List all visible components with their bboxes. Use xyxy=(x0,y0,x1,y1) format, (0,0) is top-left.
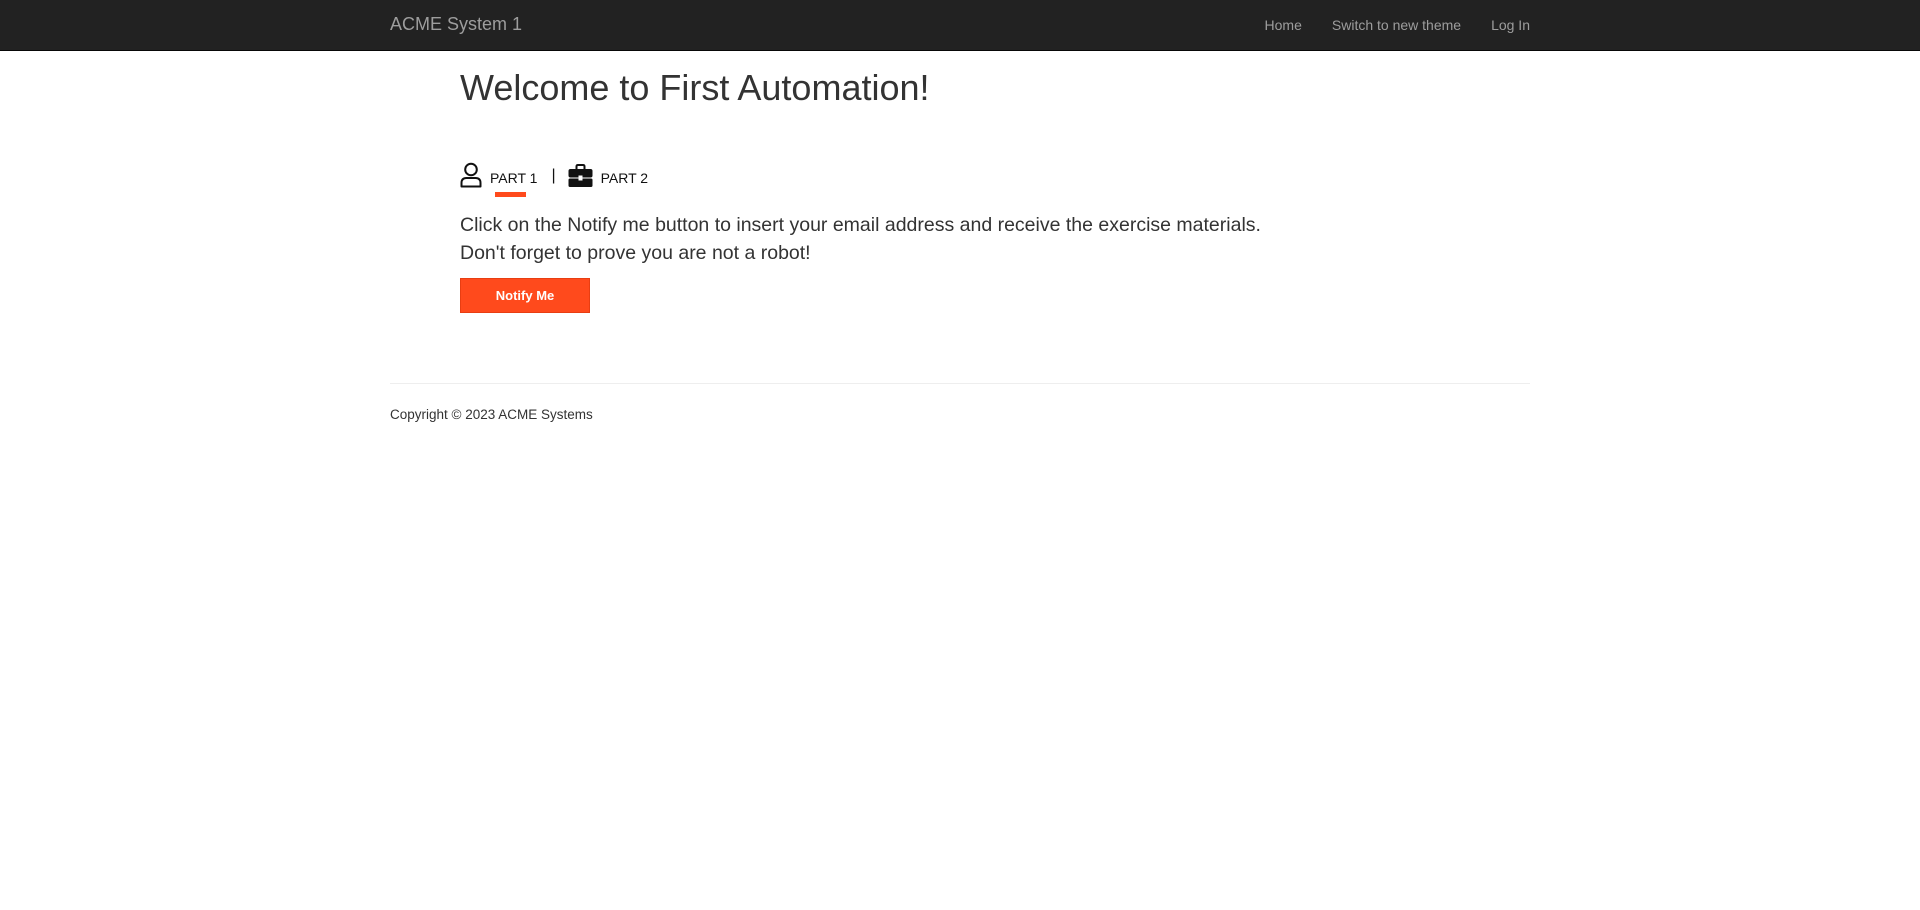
tab-part-2-label: PART 2 xyxy=(600,170,649,186)
tab-part-1-label: PART 1 xyxy=(490,170,538,186)
nav-link-home[interactable]: Home xyxy=(1265,17,1302,33)
part-tabs: PART 1 | PART 2 xyxy=(460,152,648,197)
instruction-line-1: Click on the Notify me button to insert … xyxy=(460,214,1261,236)
tab-part-2[interactable]: PART 2 xyxy=(568,164,648,188)
brand-link[interactable]: ACME System 1 xyxy=(390,14,522,34)
nav-links: Home Switch to new theme Log In xyxy=(1265,17,1530,33)
instruction-message: Click on the Notify me button to insert … xyxy=(460,211,1261,267)
nav-link-switch-theme[interactable]: Switch to new theme xyxy=(1332,17,1461,33)
active-tab-indicator xyxy=(495,192,526,197)
tab-part-1[interactable]: PART 1 xyxy=(460,162,538,197)
footer-divider xyxy=(390,383,1530,384)
footer-copyright: Copyright © 2023 ACME Systems xyxy=(390,407,593,422)
nav-link-login[interactable]: Log In xyxy=(1491,17,1530,33)
user-icon xyxy=(460,162,482,188)
notify-me-button[interactable]: Notify Me xyxy=(460,278,590,313)
page-title: Welcome to First Automation! xyxy=(460,67,930,108)
briefcase-icon xyxy=(568,164,593,188)
top-navbar: ACME System 1 Home Switch to new theme L… xyxy=(0,0,1920,51)
tab-separator: | xyxy=(551,167,556,184)
instruction-line-2: Don't forget to prove you are not a robo… xyxy=(460,242,811,264)
